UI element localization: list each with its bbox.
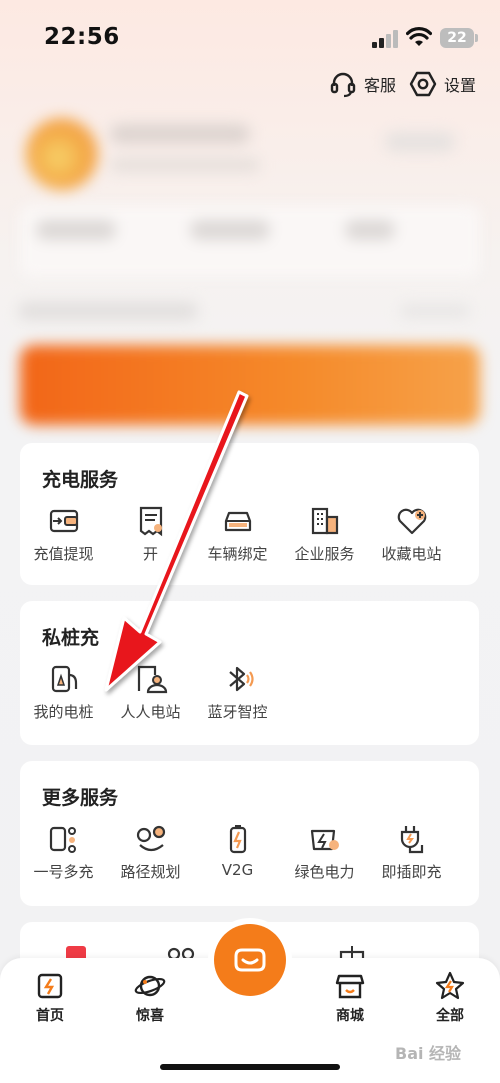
plug-icon bbox=[400, 826, 423, 854]
battery-indicator: 22 bbox=[440, 28, 478, 48]
home-bolt-icon bbox=[37, 973, 63, 999]
service-item-green-power[interactable]: 绿色电力 bbox=[281, 821, 368, 882]
wifi-icon bbox=[406, 27, 432, 46]
headset-icon bbox=[330, 72, 356, 98]
section-title: 充电服务 bbox=[42, 469, 119, 491]
nav-all[interactable]: 全部 bbox=[415, 970, 485, 1025]
service-label: 我的电桩 bbox=[33, 703, 94, 721]
settings-button[interactable]: 设置 bbox=[408, 69, 476, 99]
center-car-button[interactable] bbox=[214, 924, 286, 996]
route-icon bbox=[136, 825, 165, 852]
service-label: 人人电站 bbox=[120, 703, 181, 721]
service-item-one-number-multi-charge[interactable]: 一号多充 bbox=[20, 821, 107, 882]
battery-icon bbox=[229, 825, 246, 854]
service-label: 路径规划 bbox=[120, 863, 181, 881]
service-label: V2G bbox=[221, 861, 254, 879]
service-item-route-planning[interactable]: 路径规划 bbox=[107, 821, 194, 882]
service-label: 即插即充 bbox=[381, 863, 442, 881]
shop-icon bbox=[335, 974, 365, 999]
service-label: 充值提现 bbox=[33, 545, 94, 563]
service-grid: 充值提现 开 车辆绑定 企业服务 收藏电站 bbox=[20, 503, 479, 564]
cellular-signal-icon bbox=[372, 30, 400, 48]
phone-multi-icon bbox=[49, 826, 76, 853]
charger-icon bbox=[51, 665, 77, 693]
blurred-profile-region bbox=[0, 110, 500, 440]
service-label: 车辆绑定 bbox=[207, 545, 268, 563]
section-title: 私桩充 bbox=[42, 627, 100, 649]
nav-label: 首页 bbox=[36, 1008, 64, 1024]
nav-label: 商城 bbox=[336, 1008, 364, 1024]
settings-icon bbox=[409, 71, 437, 97]
header-actions: 客服 设置 bbox=[328, 68, 476, 100]
service-item-enterprise[interactable]: 企业服务 bbox=[281, 503, 368, 564]
section-title: 更多服务 bbox=[42, 787, 119, 809]
wallet-icon bbox=[49, 509, 78, 533]
service-item-vehicle-binding[interactable]: 车辆绑定 bbox=[194, 503, 281, 564]
service-item-shared-station[interactable]: 人人电站 bbox=[107, 661, 194, 722]
service-label: 蓝牙智控 bbox=[207, 703, 268, 721]
private-pile-card: 私桩充 我的电桩 人人电站 蓝牙智控 bbox=[20, 601, 479, 745]
service-item-bluetooth-control[interactable]: 蓝牙智控 bbox=[194, 661, 281, 722]
service-label: 绿色电力 bbox=[294, 863, 355, 881]
nav-surprise[interactable]: 惊喜 bbox=[115, 970, 185, 1025]
nav-label: 全部 bbox=[436, 1008, 464, 1024]
service-item-invoice[interactable]: 开 bbox=[107, 503, 194, 564]
home-indicator bbox=[160, 1064, 340, 1070]
service-grid: 一号多充 路径规划 V2G 绿色电力 即插即充 bbox=[20, 821, 479, 882]
avatar bbox=[26, 118, 98, 190]
service-label: 收藏电站 bbox=[381, 545, 442, 563]
building-icon bbox=[311, 507, 338, 535]
car-face-icon bbox=[234, 948, 266, 972]
invoice-icon bbox=[139, 506, 162, 537]
nav-label: 惊喜 bbox=[136, 1008, 164, 1024]
clock: 22:56 bbox=[44, 24, 120, 50]
charging-services-card: 充电服务 充值提现 开 车辆绑定 企业服务 收藏电站 bbox=[20, 443, 479, 585]
green-power-icon bbox=[310, 829, 339, 851]
service-item-my-charger[interactable]: 我的电桩 bbox=[20, 661, 107, 722]
service-item-favorite-stations[interactable]: 收藏电站 bbox=[368, 503, 455, 564]
service-grid: 我的电桩 人人电站 蓝牙智控 bbox=[20, 661, 479, 722]
customer-service-button[interactable]: 客服 bbox=[328, 69, 396, 99]
more-services-card: 更多服务 一号多充 路径规划 V2G 绿色电力 即插即充 bbox=[20, 761, 479, 906]
service-item-v2g[interactable]: V2G bbox=[194, 821, 281, 882]
service-label: 开 bbox=[142, 545, 158, 563]
settings-label: 设置 bbox=[443, 76, 476, 95]
service-label: 企业服务 bbox=[294, 545, 355, 563]
watermark: Bai 经验 bbox=[395, 1044, 462, 1063]
service-item-recharge[interactable]: 充值提现 bbox=[20, 503, 107, 564]
bluetooth-icon bbox=[228, 666, 254, 692]
star-bolt-icon bbox=[435, 971, 465, 1000]
car-icon bbox=[224, 511, 251, 532]
heart-plus-icon bbox=[397, 508, 426, 535]
planet-icon bbox=[134, 975, 166, 997]
customer-service-label: 客服 bbox=[363, 76, 396, 95]
nav-mall[interactable]: 商城 bbox=[315, 970, 385, 1025]
service-item-plug-and-charge[interactable]: 即插即充 bbox=[368, 821, 455, 882]
person-station-icon bbox=[137, 665, 167, 694]
service-label: 一号多充 bbox=[33, 863, 94, 881]
nav-home[interactable]: 首页 bbox=[15, 970, 85, 1025]
